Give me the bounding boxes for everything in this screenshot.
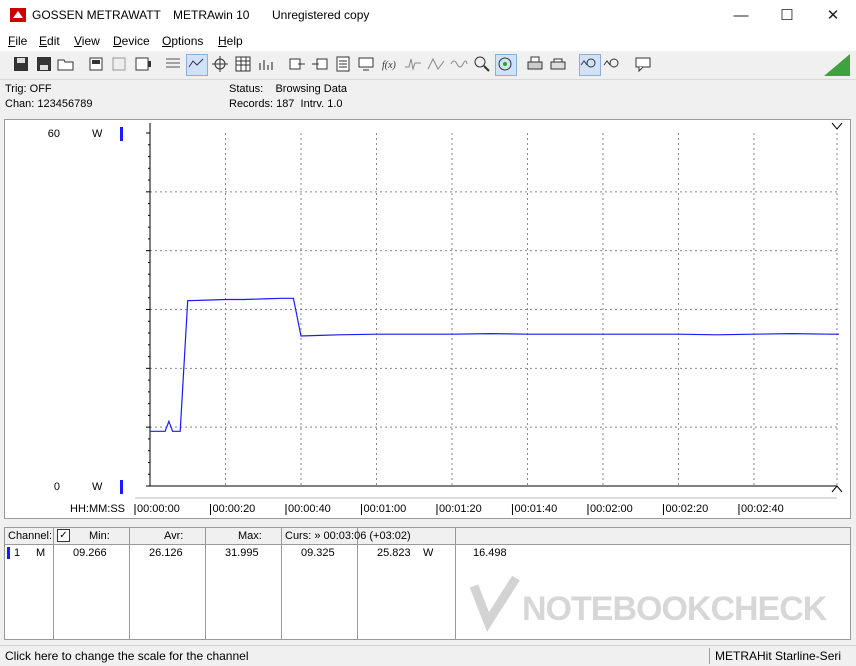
zoom-chart-icon[interactable] — [579, 54, 601, 76]
row-unit: W — [423, 547, 434, 559]
export-icon[interactable] — [288, 55, 306, 73]
header-cursor: Curs: » 00:03:06 (+03:02) — [285, 530, 411, 542]
status-triangle-icon — [824, 54, 850, 76]
close-button[interactable]: ✕ — [810, 0, 856, 31]
power-chart[interactable]: 60 W 0 W HH:MM:SS 00:00:00 00:00:20 00:00:40 00:… — [4, 119, 851, 519]
channel-checkbox[interactable]: ✓ — [57, 529, 70, 542]
save-as-icon[interactable] — [35, 55, 53, 73]
x-tick-label: 00:02:20 — [665, 503, 708, 515]
device-memory-icon[interactable] — [134, 55, 152, 73]
status-bar: Click here to change the scale for the c… — [0, 645, 856, 666]
list-view-icon[interactable] — [164, 55, 182, 73]
trigger-status: Trig: OFF — [5, 83, 52, 95]
row-channel-number: 1 — [14, 547, 21, 559]
x-tick-label: 00:00:20 — [212, 503, 255, 515]
row-mode: M — [36, 547, 46, 559]
watermark-checkmark-icon — [469, 575, 520, 632]
chart-view-icon[interactable] — [186, 54, 208, 76]
x-axis-label: HH:MM:SS — [70, 503, 125, 515]
histogram-icon[interactable] — [257, 55, 275, 73]
report-icon[interactable] — [334, 55, 352, 73]
status-hint[interactable]: Click here to change the scale for the c… — [5, 649, 248, 663]
target-icon[interactable] — [495, 54, 517, 76]
crosshair-icon[interactable] — [211, 55, 229, 73]
fx-icon[interactable]: f(x) — [380, 55, 398, 73]
scale-marker-top[interactable] — [120, 127, 123, 141]
row-avr: 26.126 — [149, 547, 183, 559]
open-folder-icon[interactable] — [57, 55, 75, 73]
comment-icon[interactable] — [634, 55, 652, 73]
row-cursor-value-2: 25.823 — [377, 547, 411, 559]
header-avr: Avr: — [164, 530, 184, 542]
x-tick-label: 00:02:00 — [590, 503, 633, 515]
channel-color-marker — [7, 547, 10, 559]
app-icon — [10, 8, 26, 22]
y-unit-top: W — [92, 128, 103, 140]
save-icon[interactable] — [12, 55, 30, 73]
zoom-reset-icon[interactable] — [603, 55, 621, 73]
table-view-icon[interactable] — [234, 55, 252, 73]
x-tick-label: 00:00:00 — [137, 503, 180, 515]
row-cursor-value-3: 16.498 — [473, 547, 507, 559]
x-tick-label: 00:01:40 — [514, 503, 557, 515]
table-header — [5, 528, 850, 545]
minimize-button[interactable]: — — [718, 0, 764, 31]
cursor-marker-top[interactable] — [831, 122, 843, 130]
row-max: 31.995 — [225, 547, 259, 559]
y-max-label: 60 — [48, 128, 60, 140]
menu-device[interactable]: Device — [113, 34, 150, 48]
print-preview-icon[interactable] — [549, 55, 567, 73]
header-max: Max: — [238, 530, 262, 542]
menu-options[interactable]: Options — [162, 34, 203, 48]
peak-icon[interactable] — [427, 55, 445, 73]
menu-edit[interactable]: Edit — [39, 34, 60, 48]
window-license: Unregistered copy — [272, 8, 370, 22]
window-brand: GOSSEN METRAWATT — [32, 8, 161, 22]
print-icon[interactable] — [526, 55, 544, 73]
channel-list: Chan: 123456789 — [5, 98, 93, 110]
wave-icon[interactable] — [450, 55, 468, 73]
menu-view[interactable]: View — [74, 34, 100, 48]
row-min: 09.266 — [73, 547, 107, 559]
row-cursor-value-1: 09.325 — [301, 547, 335, 559]
x-tick-label: 00:01:20 — [439, 503, 482, 515]
y-unit-bottom: W — [92, 481, 103, 493]
maximize-button[interactable]: ☐ — [764, 0, 810, 31]
toolbar: f(x) — [0, 51, 856, 80]
watermark-logo: NOTEBOOKCHECK — [469, 572, 850, 632]
menu-bar: File Edit View Device Options Help — [0, 31, 856, 51]
series-line-1 — [150, 297, 839, 432]
signal-icon[interactable] — [404, 55, 422, 73]
import-icon[interactable] — [311, 55, 329, 73]
x-tick-label: 00:01:00 — [363, 503, 406, 515]
header-min: Min: — [89, 530, 110, 542]
title-bar: GOSSEN METRAWATT METRAwin 10 Unregistere… — [0, 0, 856, 31]
menu-file[interactable]: File — [8, 34, 27, 48]
watermark-text: NOTEBOOKCHECK — [522, 590, 827, 628]
zoom-search-icon[interactable] — [473, 55, 491, 73]
y-min-label: 0 — [54, 481, 60, 493]
scale-marker-bottom[interactable] — [120, 480, 123, 494]
computer-icon[interactable] — [357, 55, 375, 73]
device-config-icon[interactable] — [111, 55, 129, 73]
cursor-marker-bottom[interactable] — [831, 485, 843, 493]
device-read-icon[interactable] — [88, 55, 106, 73]
header-channel: Channel: — [8, 530, 53, 542]
menu-help[interactable]: Help — [218, 34, 243, 48]
svg-text:f(x): f(x) — [382, 60, 397, 71]
browse-status: Status: Browsing Data — [229, 83, 347, 95]
status-device: METRAHit Starline-Seri — [715, 649, 842, 663]
records-info: Records: 187 Intrv. 1.0 — [229, 98, 343, 110]
x-tick-label: 00:00:40 — [288, 503, 331, 515]
window-app-name: METRAwin 10 — [173, 8, 250, 22]
x-tick-label: 00:02:40 — [741, 503, 784, 515]
